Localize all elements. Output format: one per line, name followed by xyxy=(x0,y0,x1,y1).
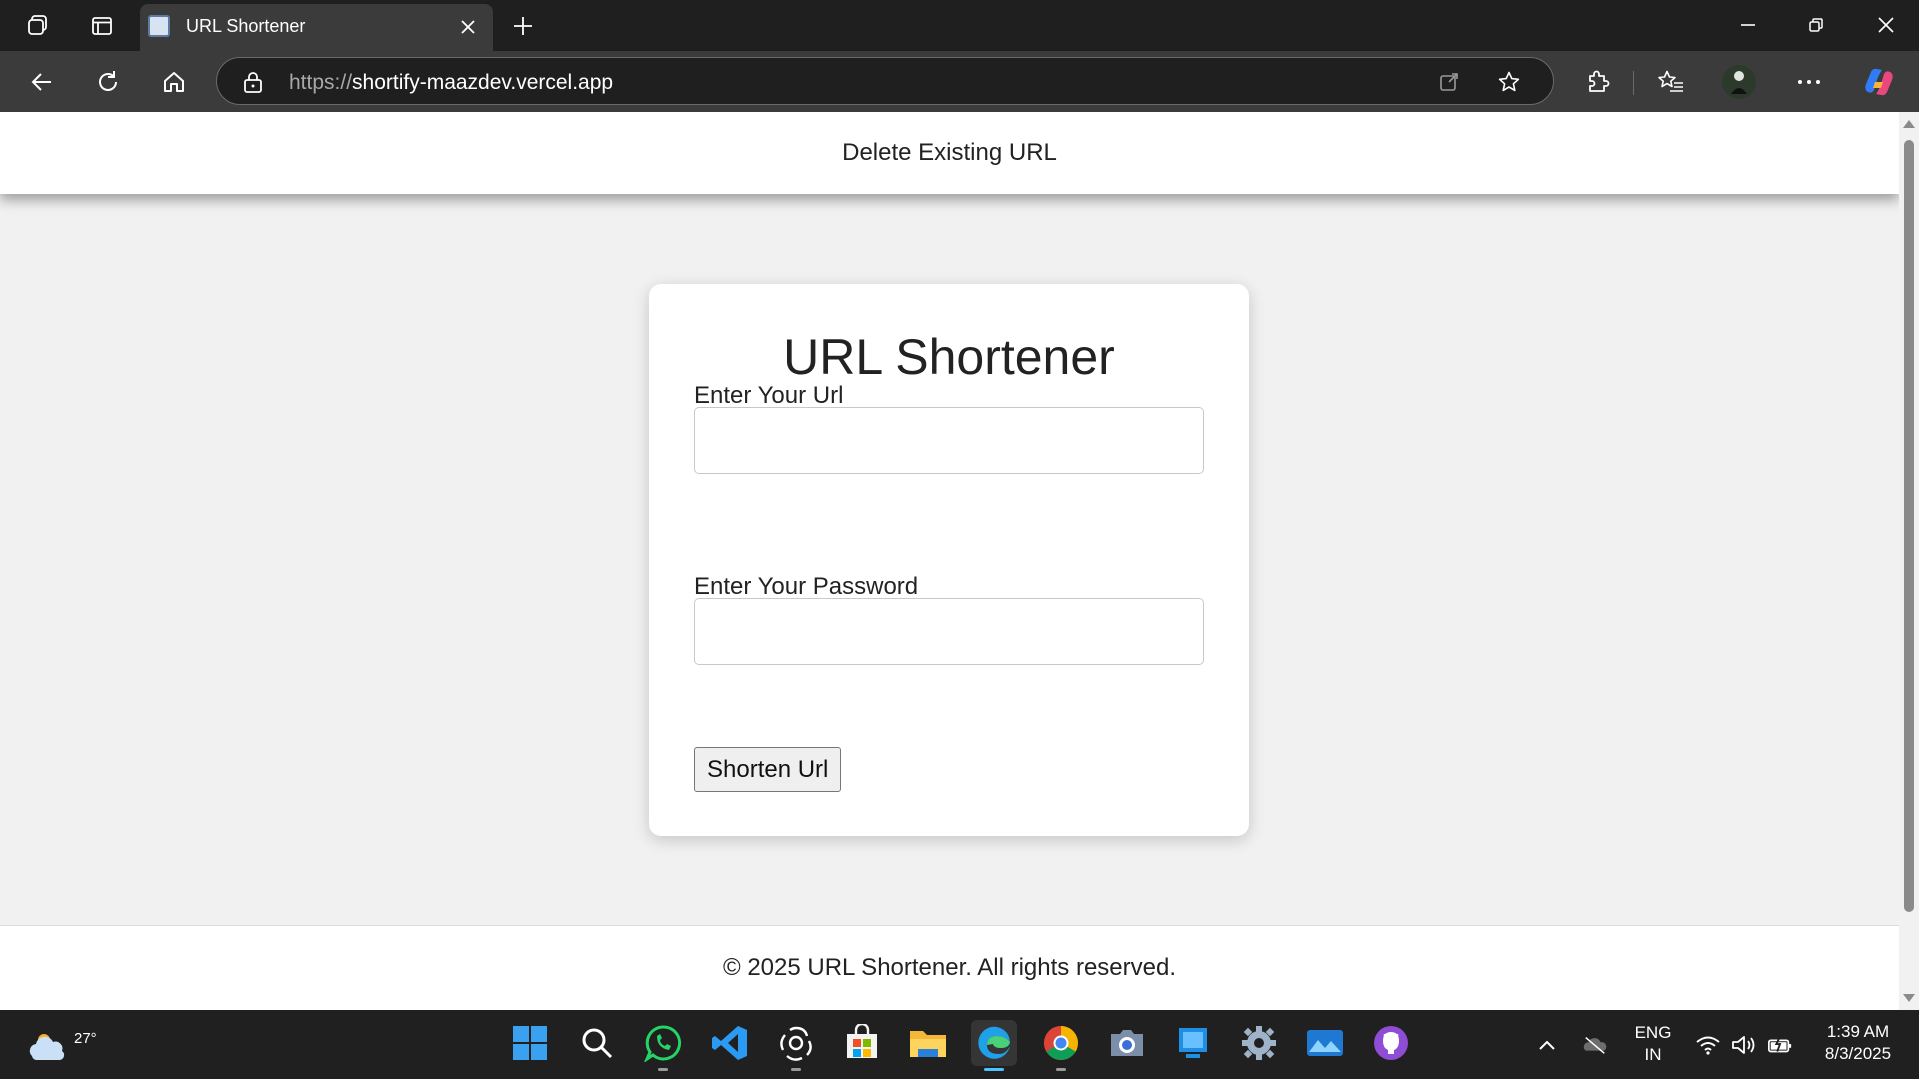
scroll-up-icon[interactable] xyxy=(1903,120,1915,128)
edge-icon[interactable] xyxy=(971,1020,1017,1071)
whatsapp-icon[interactable] xyxy=(640,1020,686,1071)
favorite-star-icon[interactable] xyxy=(1495,68,1523,96)
page-scrollbar[interactable] xyxy=(1899,112,1919,1010)
minimize-icon[interactable] xyxy=(1725,8,1771,42)
lock-icon[interactable] xyxy=(239,68,267,96)
search-icon[interactable] xyxy=(574,1020,620,1066)
clock-date: 8/3/2025 xyxy=(1824,1044,1892,1063)
photos-icon[interactable] xyxy=(1302,1020,1348,1066)
copilot-icon[interactable] xyxy=(1861,64,1897,100)
camera-icon[interactable] xyxy=(1104,1020,1150,1066)
running-indicator xyxy=(658,1068,668,1071)
close-tab-icon[interactable] xyxy=(455,14,481,40)
battery-charging-icon[interactable] xyxy=(1767,1032,1793,1058)
vertical-tabs-icon[interactable] xyxy=(88,12,116,40)
new-tab-icon[interactable] xyxy=(509,12,537,40)
start-icon[interactable] xyxy=(507,1020,553,1066)
windows-taskbar: 27° ENG IN 1:39 AM 8/3/2025 xyxy=(0,1010,1919,1079)
vscode-icon[interactable] xyxy=(707,1020,753,1066)
url-host: shortify-maazdev.vercel.app xyxy=(352,71,614,94)
shortener-form-card: URL Shortener Enter Your Url Enter Your … xyxy=(649,284,1249,836)
weather-temperature: 27° xyxy=(74,1030,97,1047)
language-code: ENG xyxy=(1634,1023,1672,1042)
weather-cloud-icon xyxy=(29,1034,65,1060)
tab-title: URL Shortener xyxy=(186,16,306,36)
tab-url-shortener[interactable]: URL Shortener xyxy=(140,4,493,51)
shorten-url-button[interactable]: Shorten Url xyxy=(694,747,842,792)
page-viewport: Delete Existing URL URL Shortener Enter … xyxy=(0,112,1899,1010)
file-explorer-icon[interactable] xyxy=(905,1020,951,1066)
back-icon[interactable] xyxy=(24,64,60,100)
active-window-indicator xyxy=(984,1068,1004,1071)
browser-tab-strip: URL Shortener xyxy=(0,0,1919,51)
card-title: URL Shortener xyxy=(783,329,1115,385)
extensions-icon[interactable] xyxy=(1580,64,1616,100)
microsoft-store-icon[interactable] xyxy=(839,1020,885,1066)
favorites-icon[interactable] xyxy=(1653,64,1689,100)
toolbar-separator xyxy=(1633,71,1634,95)
delete-existing-url-link[interactable]: Delete Existing URL xyxy=(842,139,1057,167)
url-label: Enter Your Url xyxy=(694,382,844,409)
wifi-icon[interactable] xyxy=(1695,1032,1721,1058)
profile-avatar[interactable] xyxy=(1721,64,1757,100)
show-hidden-icons-icon[interactable] xyxy=(1534,1032,1560,1058)
remote-desktop-icon[interactable] xyxy=(1170,1020,1216,1066)
site-header: Delete Existing URL xyxy=(0,112,1899,194)
browser-toolbar: https://shortify-maazdev.vercel.app xyxy=(0,51,1919,112)
onedrive-icon[interactable] xyxy=(1582,1032,1608,1058)
site-footer: © 2025 URL Shortener. All rights reserve… xyxy=(0,925,1899,1010)
url-text[interactable]: https://shortify-maazdev.vercel.app xyxy=(289,71,613,95)
open-in-app-icon[interactable] xyxy=(1435,68,1463,96)
github-desktop-icon[interactable] xyxy=(1368,1020,1414,1066)
clock[interactable]: 1:39 AM 8/3/2025 xyxy=(1808,1021,1908,1065)
refresh-icon[interactable] xyxy=(90,64,126,100)
weather-widget[interactable]: 27° xyxy=(26,1018,97,1070)
scroll-down-icon[interactable] xyxy=(1903,994,1915,1002)
region-code: IN xyxy=(1644,1045,1662,1064)
volume-icon[interactable] xyxy=(1731,1032,1757,1058)
settings-icon[interactable] xyxy=(1236,1020,1282,1066)
site-favicon-icon xyxy=(148,15,170,37)
running-indicator xyxy=(791,1068,801,1071)
clock-time: 1:39 AM xyxy=(1826,1022,1890,1041)
password-label: Enter Your Password xyxy=(694,573,919,600)
password-input[interactable] xyxy=(694,598,1204,665)
scrollbar-thumb[interactable] xyxy=(1904,140,1914,912)
restore-icon[interactable] xyxy=(1793,8,1839,42)
workspaces-icon[interactable] xyxy=(24,12,52,40)
running-indicator xyxy=(1056,1068,1066,1071)
more-options-icon[interactable] xyxy=(1791,64,1827,100)
language-indicator[interactable]: ENG IN xyxy=(1630,1022,1676,1066)
address-bar[interactable]: https://shortify-maazdev.vercel.app xyxy=(216,57,1554,105)
url-input[interactable] xyxy=(694,407,1204,474)
close-window-icon[interactable] xyxy=(1863,8,1909,42)
footer-copyright: © 2025 URL Shortener. All rights reserve… xyxy=(722,954,1177,981)
url-protocol: https:// xyxy=(289,71,353,94)
chrome-icon[interactable] xyxy=(1038,1020,1084,1071)
home-icon[interactable] xyxy=(156,64,192,100)
chatgpt-icon[interactable] xyxy=(773,1020,819,1071)
